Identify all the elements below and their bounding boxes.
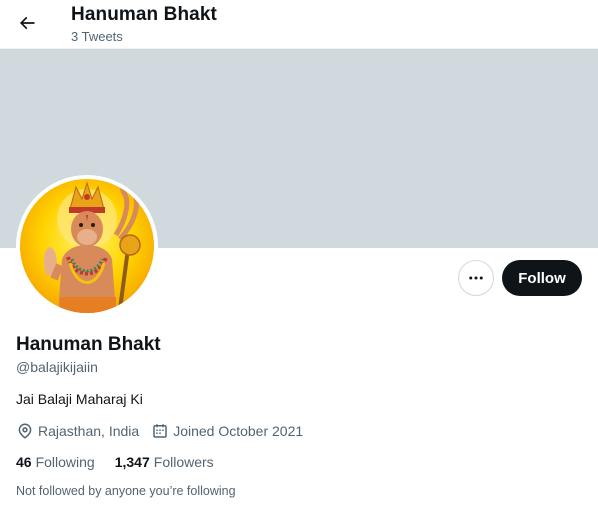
followers-label: Followers <box>153 454 214 470</box>
header-title: Hanuman Bhakt <box>71 4 217 25</box>
back-arrow-icon <box>19 16 35 30</box>
profile-handle: @balajikijaiin <box>16 359 98 375</box>
following-count: 46 <box>16 454 32 470</box>
more-options-button[interactable] <box>458 260 494 296</box>
joined-text: Joined October 2021 <box>173 423 304 439</box>
avatar-frame[interactable] <box>16 175 158 317</box>
location-item: Rajasthan, India <box>16 422 139 440</box>
following-label: Following <box>35 454 95 470</box>
back-button[interactable] <box>10 6 44 40</box>
calendar-icon <box>153 424 167 438</box>
followers-count: 1,347 <box>114 454 150 470</box>
avatar[interactable] <box>20 179 154 313</box>
ellipsis-icon <box>469 276 483 280</box>
not-followed-notice: Not followed by anyone you’re following <box>16 484 236 498</box>
following-link[interactable]: 46 Following <box>16 454 95 470</box>
location-pin-icon <box>18 423 32 439</box>
follow-stats: 46 Following 1,347 Followers <box>16 454 234 470</box>
profile-meta: Rajasthan, India Joined October 2021 <box>16 421 315 441</box>
profile-header: Hanuman Bhakt 3 Tweets <box>0 0 598 48</box>
profile-name: Hanuman Bhakt <box>16 334 161 355</box>
joined-item: Joined October 2021 <box>151 422 303 440</box>
location-text: Rajasthan, India <box>38 423 140 439</box>
profile-bio: Jai Balaji Maharaj Ki <box>16 391 143 407</box>
tweet-count: 3 Tweets <box>71 29 123 44</box>
follow-button[interactable]: Follow <box>502 260 582 296</box>
followers-link[interactable]: 1,347 Followers <box>115 454 214 470</box>
